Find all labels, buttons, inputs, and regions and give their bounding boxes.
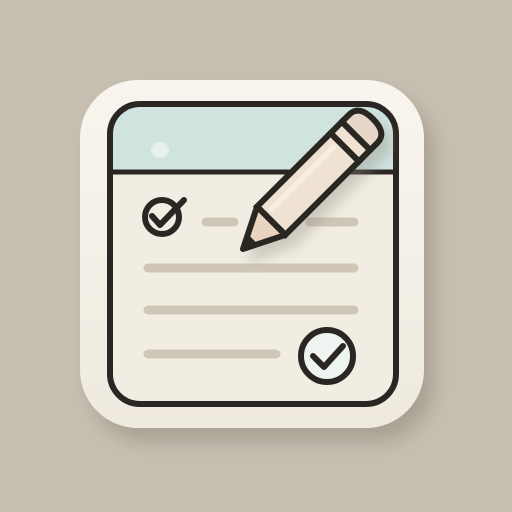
checkmark-icon <box>298 327 356 385</box>
checklist-app-icon <box>0 0 512 512</box>
header-shine <box>151 142 169 158</box>
app-icon-canvas <box>0 0 512 512</box>
